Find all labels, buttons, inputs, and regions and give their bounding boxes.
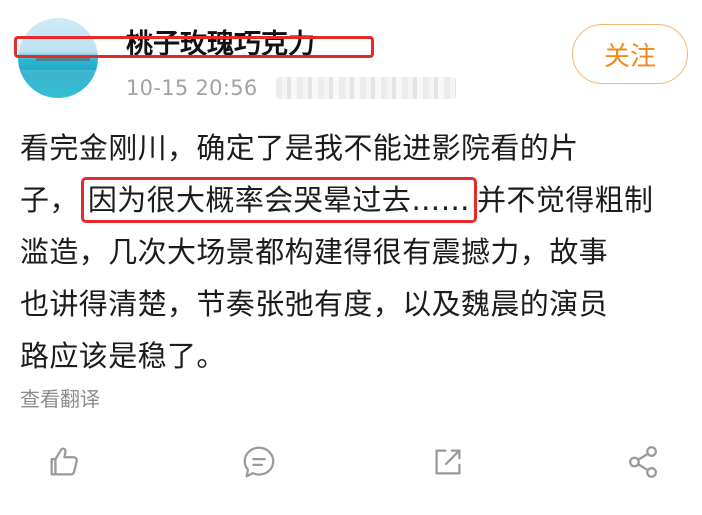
post-timestamp: 10-15 20:56 <box>126 76 258 100</box>
view-translation-link[interactable]: 查看翻译 <box>20 383 100 412</box>
avatar-sea-glow <box>18 70 98 98</box>
body-line-2-end: 并不觉得粗制 <box>477 183 654 217</box>
body-line-5: 路应该是稳了。 <box>20 339 226 373</box>
comment-button[interactable] <box>235 438 283 486</box>
like-button[interactable] <box>40 438 88 486</box>
avatar-pier <box>36 58 90 61</box>
share-nodes-icon <box>629 446 657 478</box>
share-out-icon <box>435 449 461 475</box>
body-line-2: 子， 因为很大概率会哭晕过去…… 并不觉得粗制 <box>20 174 684 226</box>
comment-bubble-icon <box>243 446 275 478</box>
avatar[interactable] <box>18 18 98 98</box>
body-line-3: 滥造，几次大场景都构建得很有震撼力，故事 <box>20 235 609 269</box>
share-button[interactable] <box>619 438 667 486</box>
username-highlight-box <box>14 36 374 58</box>
action-bar <box>0 438 702 494</box>
body-line-2-start: 子， <box>20 183 79 217</box>
follow-button[interactable]: 关注 <box>572 24 688 84</box>
blurred-source <box>275 77 456 99</box>
highlighted-phrase: 因为很大概率会哭晕过去…… <box>80 177 478 223</box>
post-body: 看完金刚川，确定了是我不能进影院看的片 子， 因为很大概率会哭晕过去…… 并不觉得粗… <box>20 122 684 382</box>
thumbs-up-icon <box>50 447 78 476</box>
repost-button[interactable] <box>424 438 472 486</box>
body-line-4: 也讲得清楚，节奏张弛有度，以及魏晨的演员 <box>20 287 609 321</box>
body-line-1: 看完金刚川，确定了是我不能进影院看的片 <box>20 131 579 165</box>
post-meta: 10-15 20:56 <box>126 72 456 104</box>
